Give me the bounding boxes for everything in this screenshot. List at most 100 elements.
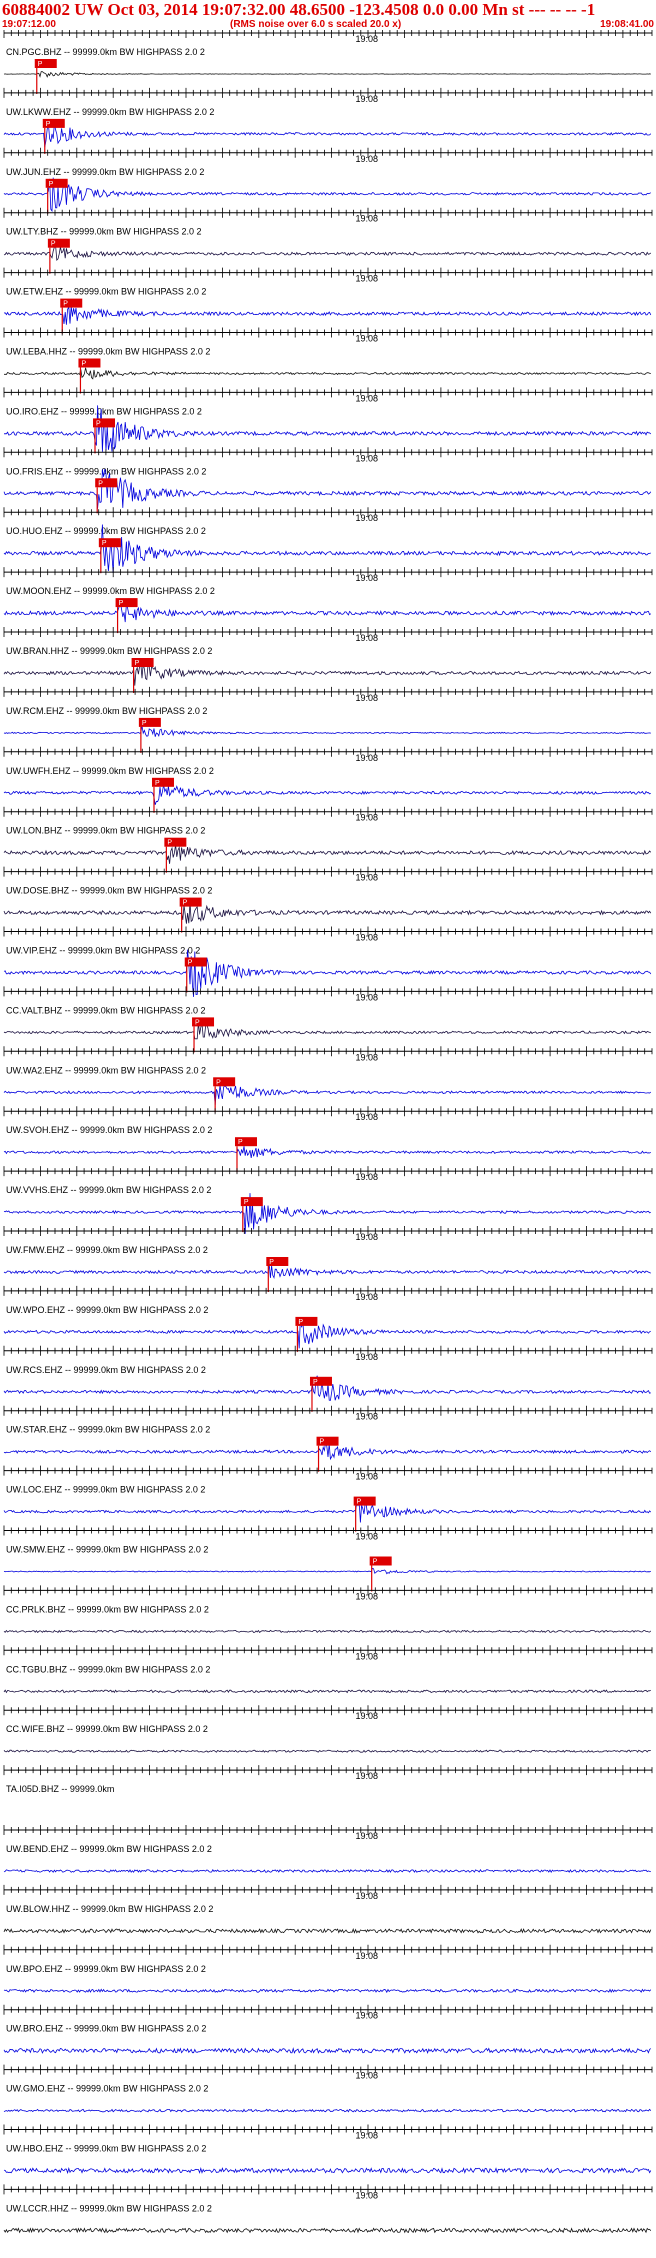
minute-mark-label: 19:08 [355, 1651, 378, 1661]
station-label: CC.TGBU.BHZ -- 99999.0km BW HIGHPASS 2.0… [6, 1664, 210, 1674]
minute-mark-label: 19:08 [355, 1112, 378, 1122]
waveform [3, 177, 652, 213]
pick-label: P [38, 61, 43, 68]
minute-mark-label: 19:08 [355, 1831, 378, 1841]
minute-mark-label: 19:08 [355, 1591, 378, 1601]
waveform [3, 305, 652, 325]
station-label: UW.LKWW.EHZ -- 99999.0km BW HIGHPASS 2.0… [6, 107, 214, 117]
pick-label: P [102, 540, 107, 547]
station-label: UW.SMW.EHZ -- 99999.0km BW HIGHPASS 2.0 … [6, 1545, 208, 1555]
station-label: UW.LOC.EHZ -- 99999.0km BW HIGHPASS 2.0 … [6, 1485, 205, 1495]
minute-mark-label: 19:08 [355, 1891, 378, 1901]
waveform [3, 1749, 651, 1753]
waveform [3, 725, 651, 738]
station-label: TA.I05D.BHZ -- 99999.0km [6, 1784, 114, 1794]
waveform [3, 663, 652, 686]
waveform [3, 1928, 652, 1934]
minute-mark-label: 19:08 [355, 573, 378, 583]
waveform [3, 1193, 652, 1234]
pick-label: P [269, 1259, 274, 1266]
pick-label: P [298, 1319, 303, 1326]
event-title: 60884002 UW Oct 03, 2014 19:07:32.00 48.… [2, 0, 596, 19]
waveform [3, 902, 652, 924]
pick-label: P [96, 420, 101, 427]
station-label: UW.LON.BHZ -- 99999.0km BW HIGHPASS 2.0 … [6, 826, 205, 836]
end-time: 19:08:41.00 [600, 19, 654, 30]
waveform [3, 1022, 651, 1040]
waveform [3, 1629, 652, 1633]
pick-label: P [373, 1559, 378, 1566]
waveform [3, 949, 652, 997]
waveform [3, 1567, 651, 1575]
waveform [3, 1146, 651, 1158]
pick-label: P [320, 1439, 325, 1446]
minute-mark-label: 19:08 [355, 1352, 378, 1362]
minute-mark-label: 19:08 [355, 1951, 378, 1961]
waveform [3, 405, 652, 452]
pick-label: P [49, 181, 54, 188]
station-label: UW.SVOH.EHZ -- 99999.0km BW HIGHPASS 2.0… [6, 1125, 212, 1135]
minute-mark-label: 19:08 [355, 214, 378, 224]
pick-label: P [81, 361, 86, 368]
waveform [3, 602, 652, 623]
station-label: UW.BLOW.HHZ -- 99999.0km BW HIGHPASS 2.0… [6, 1904, 213, 1914]
pick-label: P [216, 1079, 221, 1086]
minute-mark-label: 19:08 [355, 1052, 378, 1062]
station-label: UW.DOSE.BHZ -- 99999.0km BW HIGHPASS 2.0… [6, 886, 212, 896]
station-label: CC.VALT.BHZ -- 99999.0km BW HIGHPASS 2.0… [6, 1005, 206, 1015]
station-label: UW.VVHS.EHZ -- 99999.0km BW HIGHPASS 2.0… [6, 1185, 211, 1195]
station-label: UW.RCM.EHZ -- 99999.0km BW HIGHPASS 2.0 … [6, 706, 207, 716]
station-label: UW.BRAN.HHZ -- 99999.0km BW HIGHPASS 2.0… [6, 646, 212, 656]
minute-mark-label: 19:08 [355, 1172, 378, 1182]
waveform [3, 2227, 652, 2234]
station-label: UW.HBO.EHZ -- 99999.0km BW HIGHPASS 2.0 … [6, 2144, 206, 2154]
minute-mark-label: 19:08 [355, 1472, 378, 1482]
minute-mark-label: 19:08 [355, 2190, 378, 2200]
waveform [3, 71, 651, 78]
waveform [3, 2166, 652, 2175]
waveform [3, 1317, 651, 1349]
station-label: UW.JUN.EHZ -- 99999.0km BW HIGHPASS 2.0 … [6, 167, 204, 177]
station-label: UW.BRO.EHZ -- 99999.0km BW HIGHPASS 2.0 … [6, 2024, 206, 2034]
station-label: UW.VIP.EHZ -- 99999.0km BW HIGHPASS 2.0 … [6, 946, 200, 956]
station-label: UW.LEBA.HHZ -- 99999.0km BW HIGHPASS 2.0… [6, 347, 210, 357]
station-label: UW.BEND.EHZ -- 99999.0km BW HIGHPASS 2.0… [6, 1844, 212, 1854]
waveform [3, 844, 652, 864]
station-label: UW.LTY.BHZ -- 99999.0km BW HIGHPASS 2.0 … [6, 227, 202, 237]
pick-label: P [183, 900, 188, 907]
pick-label: P [46, 121, 51, 128]
seismogram-plot: 19:08 CN.PGC.BHZ -- 99999.0km BW HIGHPASS… [3, 30, 653, 2234]
minute-mark-label: 19:08 [355, 873, 378, 883]
minute-mark-label: 19:08 [355, 633, 378, 643]
station-label: UW.FMW.EHZ -- 99999.0km BW HIGHPASS 2.0 … [6, 1245, 208, 1255]
station-label: UW.LCCR.HHZ -- 99999.0km BW HIGHPASS 2.0… [6, 2203, 212, 2213]
station-label: UO.HUO.EHZ -- 99999.0km BW HIGHPASS 2.0 … [6, 526, 206, 536]
minute-mark-label: 19:08 [355, 1232, 378, 1242]
station-label: UW.ETW.EHZ -- 99999.0km BW HIGHPASS 2.0 … [6, 287, 206, 297]
minute-mark-label: 19:08 [355, 753, 378, 763]
pick-label: P [98, 480, 103, 487]
waveform [3, 2108, 652, 2113]
waveform [3, 1501, 652, 1523]
scaling-note: (RMS noise over 6.0 s scaled 20.0 x) [230, 19, 402, 30]
station-label: UO.IRO.EHZ -- 99999.0km BW HIGHPASS 2.0 … [6, 406, 202, 416]
pick-label: P [135, 660, 140, 667]
minute-mark-label: 19:08 [355, 334, 378, 344]
minute-mark-label: 19:08 [355, 2011, 378, 2021]
station-label: CN.PGC.BHZ -- 99999.0km BW HIGHPASS 2.0 … [6, 47, 205, 57]
minute-mark-label: 19:08 [355, 274, 378, 284]
waveform [3, 784, 651, 805]
minute-mark-label: 19:08 [355, 2071, 378, 2081]
minute-mark-label: 19:08 [355, 94, 378, 104]
minute-mark-label: 19:08 [355, 1412, 378, 1422]
minute-mark-label: 19:08 [355, 154, 378, 164]
station-label: UW.UWFH.EHZ -- 99999.0km BW HIGHPASS 2.0… [6, 766, 214, 776]
station-label: UW.WA2.EHZ -- 99999.0km BW HIGHPASS 2.0 … [6, 1065, 206, 1075]
minute-mark-label: 19:08 [355, 813, 378, 823]
waveform [3, 1689, 651, 1694]
waveform [4, 367, 651, 380]
station-label: UW.STAR.EHZ -- 99999.0km BW HIGHPASS 2.0… [6, 1425, 210, 1435]
waveform [3, 244, 652, 262]
seismogram-header: 60884002 UW Oct 03, 2014 19:07:32.00 48.… [0, 0, 656, 30]
minute-mark-label: 19:08 [355, 2131, 378, 2141]
